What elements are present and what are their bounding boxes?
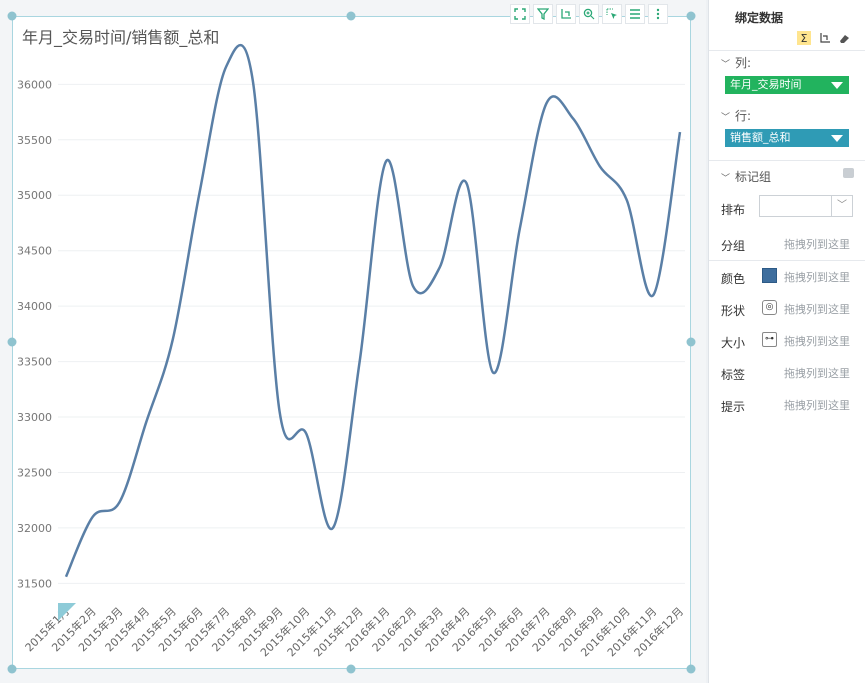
marks-section[interactable]: ﹀ 标记组 (721, 168, 771, 185)
axis-swap-icon[interactable] (556, 4, 576, 24)
rows-section[interactable]: ﹀ 行: (721, 107, 751, 124)
color-drop-zone[interactable]: 拖拽列到这里 (784, 269, 850, 285)
data-point[interactable] (438, 265, 442, 269)
chart-toolbar (510, 4, 668, 24)
chevron-down-icon: ﹀ (721, 60, 731, 70)
shape-drop-zone[interactable]: 拖拽列到这里 (784, 301, 850, 317)
shape-icon[interactable]: ◎ (762, 300, 777, 315)
resize-handle-ne[interactable] (686, 11, 696, 21)
data-point[interactable] (678, 130, 682, 134)
data-point[interactable] (545, 101, 549, 105)
series-line[interactable] (64, 43, 682, 578)
line-chart: 31500 32000 32500 33000 33500 34000 34500 35000… (17, 43, 686, 659)
chevron-down-icon: ﹀ (721, 174, 731, 184)
data-point[interactable] (91, 515, 95, 519)
marks-label: 标记组 (735, 170, 772, 184)
data-point[interactable] (117, 500, 121, 504)
data-point[interactable] (358, 360, 362, 364)
data-point[interactable] (197, 191, 201, 195)
data-point[interactable] (64, 575, 68, 579)
data-point[interactable] (491, 371, 495, 375)
resize-handle-e[interactable] (686, 337, 696, 347)
size-slider-icon[interactable]: ⊶ (762, 332, 777, 347)
resize-handle-nw[interactable] (7, 11, 17, 21)
tag-drop-zone[interactable]: 拖拽列到这里 (784, 365, 850, 381)
panel-title: 绑定数据 (735, 11, 784, 25)
rows-field-pill[interactable]: 销售额_总和 (725, 129, 849, 147)
data-point[interactable] (598, 164, 602, 168)
data-point[interactable] (518, 227, 522, 231)
zoom-icon[interactable] (579, 4, 599, 24)
divider (709, 50, 865, 51)
data-point[interactable] (224, 65, 228, 69)
data-point[interactable] (304, 432, 308, 436)
bind-data-panel: 绑定数据 Σ ﹀ 列: 年月_交易时间 ﹀ 行: 销售额_总和 ﹀ 标记组 排布 ﹀ … (708, 0, 865, 683)
data-point[interactable] (571, 117, 575, 121)
divider (709, 160, 865, 161)
fullscreen-icon[interactable] (510, 4, 530, 24)
dropdown-arrow-icon[interactable] (831, 82, 843, 89)
data-point[interactable] (651, 293, 655, 297)
dropdown-arrow-icon[interactable] (831, 135, 843, 142)
resize-handle-n[interactable] (346, 11, 356, 21)
rows-field-label: 销售额_总和 (730, 131, 791, 144)
data-point[interactable] (625, 198, 629, 202)
size-label: 大小 (721, 336, 746, 350)
columns-field-pill[interactable]: 年月_交易时间 (725, 76, 849, 94)
group-drop-zone[interactable]: 拖拽列到这里 (784, 236, 850, 252)
data-point[interactable] (331, 526, 335, 530)
y-tick-label: 32000 (17, 522, 52, 535)
data-point[interactable] (144, 421, 148, 425)
group-label: 分组 (721, 239, 746, 253)
y-tick-label: 33500 (17, 356, 52, 369)
resize-handle-s[interactable] (346, 664, 356, 674)
tag-label: 标签 (721, 368, 746, 382)
list-icon[interactable] (625, 4, 645, 24)
y-tick-label: 32500 (17, 466, 52, 479)
y-tick-label: 36000 (17, 78, 52, 91)
data-point[interactable] (411, 284, 415, 288)
eraser-icon[interactable] (837, 31, 851, 45)
chevron-down-icon: ﹀ (831, 196, 852, 216)
columns-label: 列: (735, 56, 752, 70)
y-tick-label: 35500 (17, 134, 52, 147)
y-tick-label: 33000 (17, 411, 52, 424)
tooltip-drop-zone[interactable]: 拖拽列到这里 (784, 397, 850, 413)
data-point[interactable] (384, 159, 388, 163)
resize-handle-se[interactable] (686, 664, 696, 674)
columns-section[interactable]: ﹀ 列: (721, 54, 751, 71)
columns-field-label: 年月_交易时间 (730, 78, 802, 91)
canvas-area: 31500 32000 32500 33000 33500 34000 34500 35000… (0, 0, 706, 683)
select-icon[interactable] (602, 4, 622, 24)
chevron-down-icon: ﹀ (721, 113, 731, 123)
resize-handle-sw[interactable] (7, 664, 17, 674)
size-drop-zone[interactable]: 拖拽列到这里 (784, 333, 850, 349)
rows-label: 行: (735, 109, 752, 123)
panel-tools: Σ (797, 31, 851, 45)
y-tick-label: 34000 (17, 300, 52, 313)
chart-title: 年月_交易时间/销售额_总和 (22, 28, 220, 47)
data-point[interactable] (171, 337, 175, 341)
layout-select[interactable]: ﹀ (759, 195, 853, 217)
axis-icon[interactable] (817, 31, 831, 45)
color-icon[interactable] (762, 268, 777, 283)
data-point[interactable] (251, 79, 255, 83)
y-tick-label: 35000 (17, 189, 52, 202)
y-tick-label: 34500 (17, 245, 52, 258)
data-point[interactable] (464, 181, 468, 185)
tooltip-label: 提示 (721, 400, 746, 414)
tag-icon[interactable] (843, 168, 854, 178)
shape-label: 形状 (721, 304, 746, 318)
more-icon[interactable] (648, 4, 668, 24)
color-label: 颜色 (721, 272, 746, 286)
resize-handle-w[interactable] (7, 337, 17, 347)
layout-label: 排布 (721, 203, 746, 217)
divider (709, 260, 865, 261)
sigma-icon[interactable]: Σ (797, 31, 811, 45)
data-point[interactable] (278, 409, 282, 413)
y-tick-label: 31500 (17, 577, 52, 590)
filter-icon[interactable] (533, 4, 553, 24)
